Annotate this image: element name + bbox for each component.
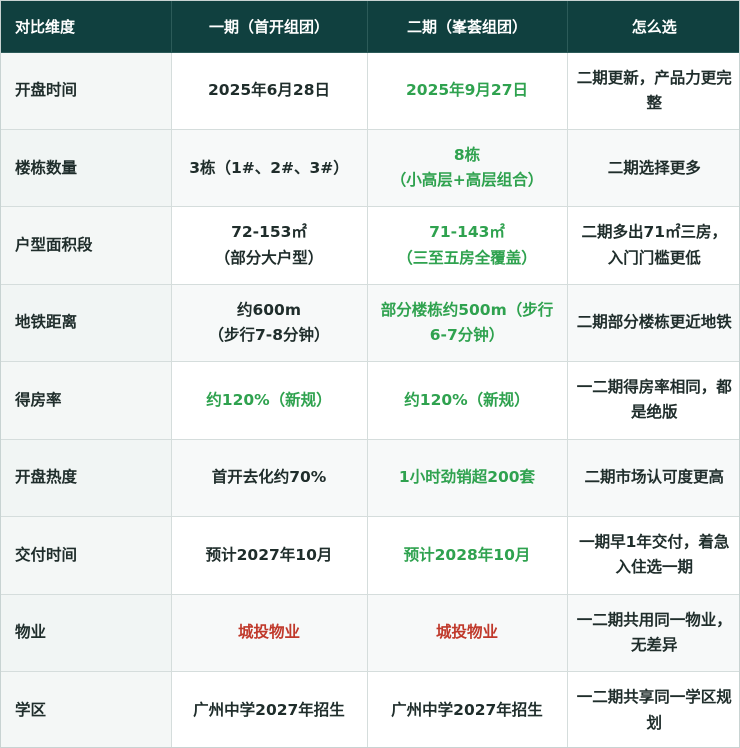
cell-phase2-text: 约120%（新规） bbox=[404, 390, 530, 409]
cell-phase2: 2025年9月27日 bbox=[367, 52, 568, 130]
cell-choice-text: 二期更新，产品力更完整 bbox=[576, 68, 732, 112]
cell-choice: 二期部分楼栋更近地铁 bbox=[567, 284, 739, 363]
header-phase2: 二期（峯荟组团） bbox=[367, 1, 568, 53]
table-row: 交付时间 预计2027年10月 预计2028年10月 一期早1年交付，着急入住选一期 bbox=[1, 516, 739, 595]
table-row: 开盘热度 首开去化约70% 1小时劲销超200套 二期市场认可度更高 bbox=[1, 439, 739, 518]
cell-dimension: 开盘时间 bbox=[1, 52, 172, 130]
cell-dimension: 学区 bbox=[1, 671, 172, 747]
table-row: 学区 广州中学2027年招生 广州中学2027年招生 一二期共享同一学区规划 bbox=[1, 671, 739, 748]
cell-dimension-text: 开盘热度 bbox=[15, 468, 78, 487]
cell-choice: 一二期得房率相同，都是绝版 bbox=[567, 361, 739, 440]
cell-dimension: 物业 bbox=[1, 594, 172, 673]
cell-dimension-text: 地铁距离 bbox=[15, 313, 78, 332]
cell-phase2: 约120%（新规） bbox=[367, 361, 568, 440]
table-header: 对比维度 一期（首开组团） 二期（峯荟组团） 怎么选 bbox=[1, 1, 739, 53]
cell-phase1-text: （部分大户型） bbox=[214, 248, 324, 267]
cell-dimension-text: 学区 bbox=[15, 700, 47, 719]
cell-dimension: 楼栋数量 bbox=[1, 129, 172, 208]
cell-phase2: 71-143㎡ （三至五房全覆盖） bbox=[367, 206, 568, 285]
cell-phase1-text: （步行7-8分钟） bbox=[208, 326, 330, 345]
header-phase1: 一期（首开组团） bbox=[171, 1, 368, 53]
header-dimension: 对比维度 bbox=[1, 1, 172, 53]
cell-choice-text: 一二期共享同一学区规划 bbox=[576, 688, 732, 732]
comparison-table-container: 对比维度 一期（首开组团） 二期（峯荟组团） 怎么选 开盘时间 2025年6月28… bbox=[0, 0, 740, 748]
cell-choice: 二期市场认可度更高 bbox=[567, 439, 739, 518]
cell-dimension: 交付时间 bbox=[1, 516, 172, 595]
cell-phase1-text: 72-153㎡ bbox=[231, 223, 307, 242]
cell-phase2: 1小时劲销超200套 bbox=[367, 439, 568, 518]
cell-dimension-text: 户型面积段 bbox=[15, 236, 93, 255]
table-row: 地铁距离 约600m （步行7-8分钟） 部分楼栋约500m（步行6-7分钟） 二期部分… bbox=[1, 284, 739, 363]
cell-phase1: 城投物业 bbox=[171, 594, 368, 673]
cell-phase2-text: 部分楼栋约500m（步行6-7分钟） bbox=[380, 300, 554, 345]
cell-choice: 二期选择更多 bbox=[567, 129, 739, 208]
cell-dimension-text: 得房率 bbox=[15, 390, 62, 409]
cell-phase2-text: 1小时劲销超200套 bbox=[398, 468, 536, 487]
cell-phase2-text: 8栋 bbox=[453, 146, 481, 165]
cell-phase1: 2025年6月28日 bbox=[171, 52, 368, 130]
cell-phase1: 约600m （步行7-8分钟） bbox=[171, 284, 368, 363]
cell-phase2-text: 71-143㎡ bbox=[429, 223, 505, 242]
cell-phase1-text: 预计2027年10月 bbox=[205, 545, 333, 564]
cell-choice: 一二期共享同一学区规划 bbox=[567, 672, 739, 748]
cell-dimension: 地铁距离 bbox=[1, 284, 172, 363]
cell-choice-text: 二期市场认可度更高 bbox=[584, 468, 724, 487]
cell-choice: 一期早1年交付，着急入住选一期 bbox=[567, 516, 739, 595]
cell-choice: 二期多出71㎡三房，入门门槛更低 bbox=[567, 206, 739, 285]
cell-phase2-text: 广州中学2027年招生 bbox=[391, 700, 543, 719]
cell-phase2: 广州中学2027年招生 bbox=[367, 671, 568, 747]
cell-phase1-text: 2025年6月28日 bbox=[208, 81, 330, 100]
table-row: 得房率 约120%（新规） 约120%（新规） 一二期得房率相同，都是绝版 bbox=[1, 361, 739, 440]
cell-phase1-text: 3栋（1#、2#、3#） bbox=[189, 158, 349, 177]
cell-phase2: 城投物业 bbox=[367, 594, 568, 673]
cell-phase2: 预计2028年10月 bbox=[367, 516, 568, 595]
cell-phase1-text: 首开去化约70% bbox=[211, 468, 327, 487]
cell-phase1: 广州中学2027年招生 bbox=[171, 671, 368, 747]
cell-phase1-text: 约120%（新规） bbox=[206, 390, 332, 409]
cell-phase1: 预计2027年10月 bbox=[171, 516, 368, 595]
cell-dimension-text: 交付时间 bbox=[15, 545, 78, 564]
cell-phase1-text: 城投物业 bbox=[237, 623, 300, 642]
cell-phase2-text: 预计2028年10月 bbox=[403, 545, 531, 564]
cell-phase1: 约120%（新规） bbox=[171, 361, 368, 440]
cell-dimension: 开盘热度 bbox=[1, 439, 172, 518]
table-row: 楼栋数量 3栋（1#、2#、3#） 8栋 （小高层+高层组合） 二期选择更多 bbox=[1, 129, 739, 208]
cell-phase2-text: （三至五房全覆盖） bbox=[397, 248, 537, 267]
cell-choice: 二期更新，产品力更完整 bbox=[567, 52, 739, 130]
cell-phase1: 首开去化约70% bbox=[171, 439, 368, 518]
cell-phase1: 72-153㎡ （部分大户型） bbox=[171, 206, 368, 285]
header-row: 对比维度 一期（首开组团） 二期（峯荟组团） 怎么选 bbox=[1, 1, 739, 53]
cell-phase2: 部分楼栋约500m（步行6-7分钟） bbox=[367, 284, 568, 363]
cell-phase2-text: 城投物业 bbox=[435, 623, 498, 642]
cell-phase2-text: （小高层+高层组合） bbox=[390, 171, 544, 190]
table-body: 开盘时间 2025年6月28日 2025年9月27日 二期更新，产品力更完整楼栋数量 3… bbox=[1, 52, 739, 748]
cell-choice-text: 一期早1年交付，着急入住选一期 bbox=[579, 533, 730, 577]
cell-dimension-text: 物业 bbox=[15, 623, 47, 642]
cell-choice-text: 一二期得房率相同，都是绝版 bbox=[576, 378, 732, 422]
table-row: 户型面积段 72-153㎡ （部分大户型） 71-143㎡ （三至五房全覆盖） 二期多出7… bbox=[1, 206, 739, 285]
cell-dimension-text: 开盘时间 bbox=[15, 81, 78, 100]
cell-dimension-text: 楼栋数量 bbox=[15, 158, 78, 177]
table-row: 开盘时间 2025年6月28日 2025年9月27日 二期更新，产品力更完整 bbox=[1, 52, 739, 130]
cell-dimension: 得房率 bbox=[1, 361, 172, 440]
cell-phase2-text: 2025年9月27日 bbox=[406, 81, 528, 100]
cell-choice-text: 二期多出71㎡三房，入门门槛更低 bbox=[581, 223, 728, 267]
comparison-table: 对比维度 一期（首开组团） 二期（峯荟组团） 怎么选 开盘时间 2025年6月28… bbox=[1, 1, 739, 748]
table-row: 物业 城投物业 城投物业 一二期共用同一物业，无差异 bbox=[1, 594, 739, 673]
cell-phase2: 8栋 （小高层+高层组合） bbox=[367, 129, 568, 208]
cell-choice-text: 二期部分楼栋更近地铁 bbox=[576, 313, 732, 332]
cell-phase1: 3栋（1#、2#、3#） bbox=[171, 129, 368, 208]
cell-choice: 一二期共用同一物业，无差异 bbox=[567, 594, 739, 673]
cell-choice-text: 一二期共用同一物业，无差异 bbox=[576, 610, 732, 654]
cell-dimension: 户型面积段 bbox=[1, 206, 172, 285]
cell-choice-text: 二期选择更多 bbox=[607, 158, 701, 177]
header-choice: 怎么选 bbox=[567, 1, 739, 53]
cell-phase1-text: 约600m bbox=[236, 300, 301, 319]
cell-phase1-text: 广州中学2027年招生 bbox=[193, 700, 345, 719]
